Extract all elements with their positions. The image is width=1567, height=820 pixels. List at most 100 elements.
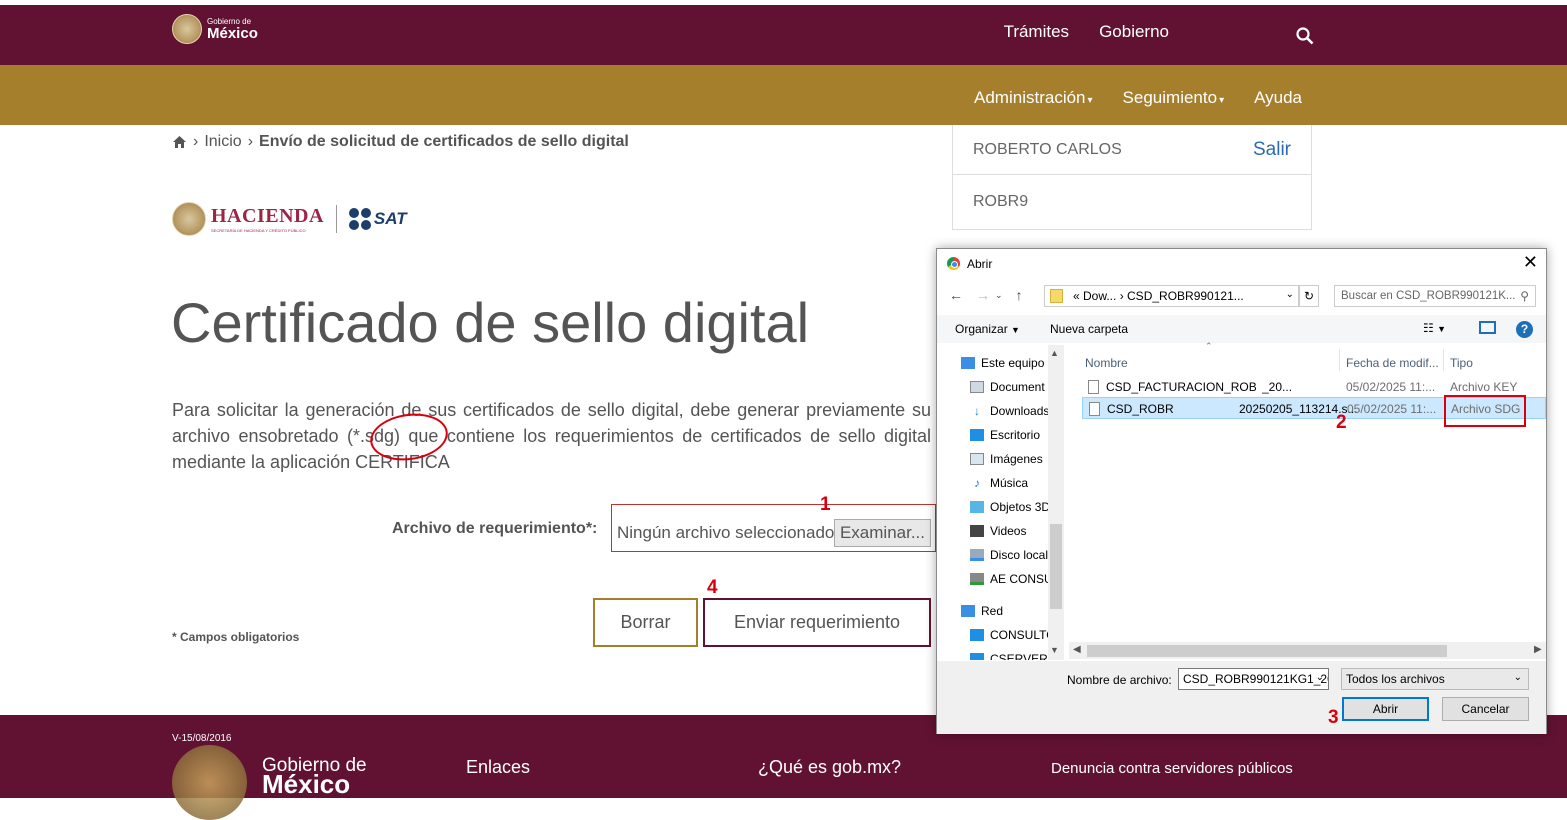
breadcrumb-current: Envío de solicitud de certificados de se… bbox=[259, 133, 629, 150]
close-icon[interactable]: ✕ bbox=[1523, 252, 1538, 273]
file-icon bbox=[1088, 380, 1099, 394]
home-icon[interactable] bbox=[172, 135, 187, 149]
footer-logo-line2: México bbox=[262, 769, 351, 799]
nav-tramites[interactable]: Trámites bbox=[1004, 22, 1070, 42]
scroll-down-icon[interactable]: ▼ bbox=[1050, 645, 1059, 655]
cancel-button[interactable]: Cancelar bbox=[1442, 697, 1529, 721]
nav-label: Document bbox=[990, 380, 1045, 394]
refresh-icon[interactable]: ↻ bbox=[1299, 285, 1319, 307]
nav-gobierno[interactable]: Gobierno bbox=[1099, 22, 1169, 42]
address-bar[interactable]: « Dow... › CSD_ROBR990121... ⌄ bbox=[1044, 285, 1299, 307]
organize-button[interactable]: Organizar ▼ bbox=[955, 322, 1020, 336]
logout-link[interactable]: Salir bbox=[1253, 139, 1291, 161]
sat-dots-icon bbox=[348, 208, 371, 230]
computer-icon bbox=[970, 653, 984, 660]
network-icon bbox=[961, 605, 975, 617]
nav-label: CSERVER bbox=[990, 652, 1048, 660]
network-drive-icon bbox=[970, 573, 984, 585]
chevron-down-icon[interactable]: ⌄ bbox=[1286, 289, 1294, 300]
new-folder-button[interactable]: Nueva carpeta bbox=[1050, 322, 1128, 336]
folder-icon bbox=[1050, 289, 1063, 303]
column-divider bbox=[1443, 349, 1444, 371]
desktop-icon bbox=[970, 429, 984, 441]
disk-icon bbox=[970, 549, 984, 561]
nav-label: Escritorio bbox=[990, 428, 1041, 442]
file-date: 05/02/2025 11:... bbox=[1346, 380, 1436, 394]
up-arrow-icon[interactable]: ↑ bbox=[1016, 287, 1023, 303]
dialog-toolbar bbox=[937, 315, 1546, 343]
sort-up-icon: ⌃ bbox=[1205, 341, 1213, 351]
secondary-navbar bbox=[0, 65, 1567, 125]
file-type-filter[interactable]: Todos los archivos ⌄ bbox=[1341, 668, 1529, 690]
organize-label: Organizar bbox=[955, 322, 1008, 336]
nav-label: Música bbox=[990, 476, 1029, 490]
nav-administracion[interactable]: Administración ▾ bbox=[974, 88, 1093, 108]
user-panel: ROBERTO CARLOS Salir ROBR9 bbox=[952, 125, 1312, 230]
filename-input[interactable]: CSD_ROBR990121KG1_20 ⌄ bbox=[1178, 668, 1329, 690]
breadcrumb-home[interactable]: Inicio bbox=[204, 133, 241, 151]
gob-mx-logo[interactable]: Gobierno de México bbox=[172, 14, 258, 44]
help-icon[interactable]: ? bbox=[1516, 321, 1533, 338]
file-type: Archivo KEY bbox=[1450, 380, 1518, 394]
nav-label: Imágenes bbox=[990, 452, 1043, 466]
breadcrumb: › Inicio › Envío de solicitud de certifi… bbox=[172, 133, 629, 151]
scroll-right-icon[interactable]: ▶ bbox=[1534, 644, 1542, 655]
navigation-pane: Este equipo Document ↓ Downloads Escritor… bbox=[937, 345, 1065, 660]
footer-logo: Gobierno de México bbox=[262, 756, 367, 799]
nav-scrollbar-thumb[interactable] bbox=[1050, 524, 1062, 609]
chrome-icon bbox=[946, 256, 961, 271]
view-options-icon[interactable]: ☷ ▼ bbox=[1423, 321, 1446, 335]
search-icon[interactable] bbox=[1296, 27, 1314, 45]
submit-button[interactable]: Enviar requerimiento bbox=[703, 598, 931, 647]
back-arrow-icon[interactable]: ← bbox=[949, 287, 963, 303]
nav-red[interactable]: Red bbox=[961, 601, 1056, 621]
filename-label: Nombre de archivo: bbox=[1067, 673, 1172, 687]
annotation-number-4: 4 bbox=[707, 577, 718, 598]
file-name-tail: _20... bbox=[1262, 380, 1293, 394]
filename-value: CSD_ROBR990121KG1_20 bbox=[1183, 672, 1329, 686]
music-icon: ♪ bbox=[974, 476, 980, 490]
preview-pane-icon[interactable] bbox=[1479, 321, 1496, 334]
nav-scrollbar[interactable] bbox=[1048, 345, 1064, 660]
nav-label: Disco local bbox=[990, 548, 1049, 562]
column-tipo[interactable]: Tipo bbox=[1450, 356, 1473, 370]
footer-link-enlaces[interactable]: Enlaces bbox=[466, 757, 530, 778]
annotation-type-highlight bbox=[1444, 395, 1526, 427]
column-fecha[interactable]: Fecha de modif... bbox=[1346, 356, 1439, 370]
sat-logo: SAT bbox=[348, 208, 407, 230]
recent-locations-icon[interactable]: ⌄ bbox=[995, 290, 1003, 303]
nav-este-equipo[interactable]: Este equipo bbox=[961, 353, 1056, 373]
nav-ayuda[interactable]: Ayuda bbox=[1254, 88, 1302, 108]
browse-button[interactable]: Examinar... bbox=[834, 519, 931, 547]
logo-big-text: México bbox=[207, 25, 258, 42]
chevron-down-icon[interactable]: ⌄ bbox=[1316, 672, 1324, 683]
file-status: Ningún archivo seleccionado bbox=[617, 523, 835, 542]
computer-icon bbox=[961, 357, 975, 369]
chevron-right-icon: › bbox=[193, 133, 199, 150]
user-name: ROBERTO CARLOS bbox=[973, 140, 1122, 158]
hacienda-subtitle: SECRETARÍA DE HACIENDA Y CRÉDITO PÚBLICO bbox=[211, 228, 306, 233]
column-nombre[interactable]: Nombre bbox=[1085, 356, 1128, 370]
caret-down-icon: ▾ bbox=[1219, 95, 1225, 106]
documents-icon bbox=[970, 381, 984, 393]
clear-button[interactable]: Borrar bbox=[593, 598, 698, 647]
footer-link-que-es[interactable]: ¿Qué es gob.mx? bbox=[758, 757, 901, 778]
page-title: Certificado de sello digital bbox=[171, 291, 810, 354]
open-button[interactable]: Abrir bbox=[1342, 697, 1429, 721]
nav-administracion-label: Administración bbox=[974, 88, 1086, 107]
top-nav: Trámites Gobierno bbox=[1004, 22, 1169, 42]
scroll-left-icon[interactable]: ◀ bbox=[1073, 644, 1081, 655]
footer-link-denuncia[interactable]: Denuncia contra servidores públicos bbox=[1051, 760, 1293, 777]
nav-label: Objetos 3D bbox=[990, 500, 1051, 514]
open-file-dialog: Abrir ✕ ← → ⌄ ↑ « Dow... › CSD_ROBR99012… bbox=[936, 248, 1547, 734]
nav-seguimiento[interactable]: Seguimiento ▾ bbox=[1123, 88, 1225, 108]
nav-label: Red bbox=[981, 604, 1004, 618]
dialog-search-input[interactable]: Buscar en CSD_ROBR990121K... ⚲ bbox=[1334, 285, 1536, 307]
list-hscrollbar-thumb[interactable] bbox=[1087, 645, 1447, 657]
file-date: 05/02/2025 11:... bbox=[1347, 402, 1437, 416]
hacienda-logo-text: HACIENDA bbox=[211, 205, 324, 227]
secondary-nav: Administración ▾ Seguimiento ▾ Ayuda bbox=[974, 88, 1302, 108]
file-name: CSD_FACTURACION_ROBR9 bbox=[1106, 380, 1256, 394]
scroll-up-icon[interactable]: ▲ bbox=[1050, 348, 1059, 358]
forward-arrow-icon[interactable]: → bbox=[976, 287, 990, 303]
